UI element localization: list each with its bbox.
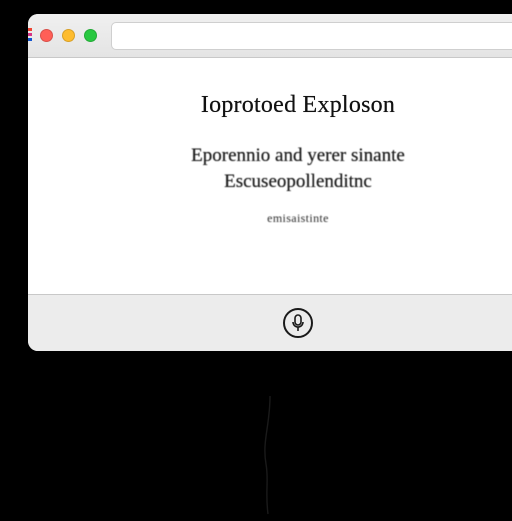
window-zoom-button[interactable]	[84, 29, 97, 42]
window-minimize-button[interactable]	[62, 29, 75, 42]
url-bar[interactable]	[111, 22, 512, 50]
traffic-lights	[40, 29, 97, 42]
body-line-2: Escuseopollenditnc	[70, 171, 512, 193]
page-content: Ioprotoed Exploson Eporennio and yerer s…	[28, 58, 512, 294]
window-close-button[interactable]	[40, 29, 53, 42]
microphone-icon	[291, 314, 305, 332]
mic-cable	[256, 396, 284, 516]
browser-window: Ioprotoed Exploson Eporennio and yerer s…	[28, 14, 512, 351]
body-line-1: Eporennio and yerer sinante	[70, 145, 512, 167]
microphone-button[interactable]	[283, 308, 313, 338]
window-footer	[28, 294, 512, 351]
page-heading: Ioprotoed Exploson	[70, 92, 512, 119]
titlebar-color-marks	[28, 28, 32, 41]
window-titlebar	[28, 14, 512, 58]
body-footnote: emisaistinte	[70, 211, 512, 226]
